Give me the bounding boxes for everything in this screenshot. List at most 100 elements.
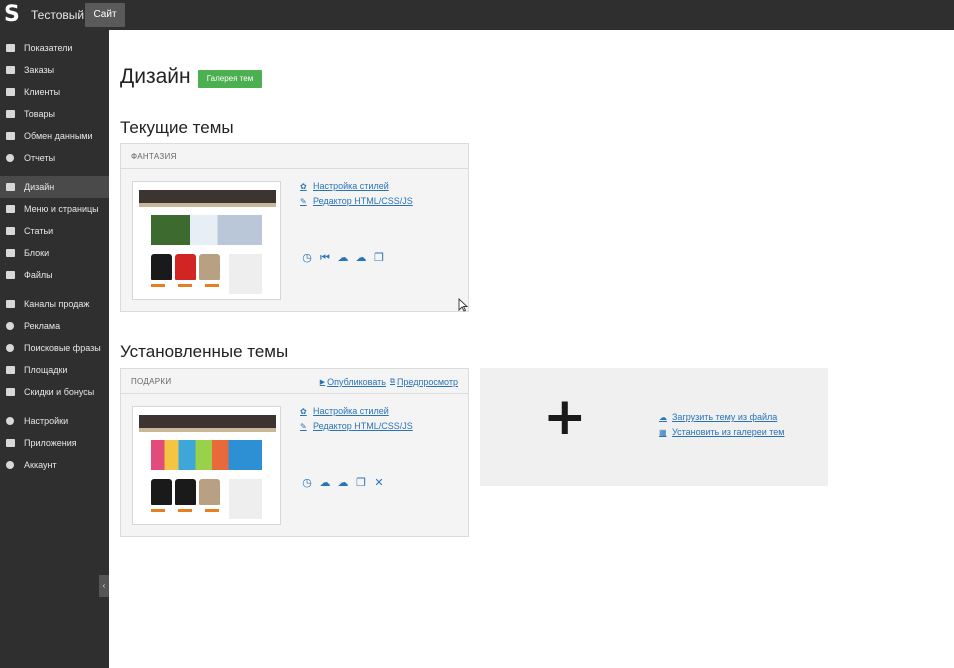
page-title: Дизайн — [120, 65, 191, 88]
installed-theme-panel: ПОДАРКИ ▶ Опубликовать ⧉ Предпросмотр ✿ Нас… — [120, 368, 469, 537]
sidebar-item-exchange[interactable]: Обмен данными — [0, 125, 109, 147]
sidebar-collapse-toggle[interactable]: ‹ — [99, 575, 109, 597]
app-title[interactable]: Тестовый — [31, 8, 84, 22]
sidebar-item-label: Настройки — [24, 416, 69, 426]
sidebar-item-design[interactable]: Дизайн — [0, 176, 109, 198]
sidebar-item-label: Заказы — [24, 65, 55, 75]
add-theme-links: ☁ Загрузить тему из файла ▦ Установить из … — [659, 410, 785, 440]
picture-icon — [5, 182, 15, 192]
plus-icon[interactable]: + — [543, 391, 587, 443]
style-settings-link[interactable]: ✿ Настройка стилей — [300, 404, 413, 419]
gear-icon: ✿ — [300, 407, 307, 416]
sidebar-item-discounts[interactable]: Скидки и бонусы — [0, 381, 109, 403]
delete-icon[interactable]: ✕ — [372, 477, 386, 489]
gift-icon — [5, 387, 15, 397]
link-icon — [5, 438, 15, 448]
logo-s-icon[interactable]: S — [4, 4, 21, 26]
style-settings-link[interactable]: ✿ Настройка стилей — [300, 179, 413, 194]
sidebar-item-label: Площадки — [24, 365, 68, 375]
cloud-upload-icon: ☁ — [659, 413, 667, 422]
sidebar-item-apps[interactable]: Приложения — [0, 432, 109, 454]
sidebar-item-ads[interactable]: Реклама — [0, 315, 109, 337]
copy-icon — [5, 226, 15, 236]
sidebar-item-sales-channels[interactable]: Каналы продаж — [0, 293, 109, 315]
grid-icon: ▦ — [659, 428, 667, 437]
funnel-icon — [5, 299, 15, 309]
pie-chart-icon — [5, 153, 15, 163]
cart-icon — [5, 65, 15, 75]
external-link-icon: ⧉ — [389, 378, 395, 385]
sidebar-item-label: Отчеты — [24, 153, 56, 163]
blocks-icon — [5, 248, 15, 258]
theme-preview-thumbnail[interactable] — [132, 406, 281, 525]
sidebar-item-label: Файлы — [24, 270, 53, 280]
exchange-icon — [5, 131, 15, 141]
folder-icon — [5, 270, 15, 280]
sidebar-item-label: Меню и страницы — [24, 204, 99, 214]
copy-icon[interactable]: ❐ — [354, 477, 368, 489]
sidebar-item-label: Показатели — [24, 43, 73, 53]
search-icon — [5, 343, 15, 353]
html-editor-link[interactable]: ✎ Редактор HTML/CSS/JS — [300, 194, 413, 209]
sidebar-item-label: Дизайн — [24, 182, 55, 192]
cloud-download-icon[interactable]: ☁ — [336, 252, 350, 264]
site-button[interactable]: Сайт — [85, 3, 125, 27]
sidebar-item-menu-pages[interactable]: Меню и страницы — [0, 198, 109, 220]
copy-icon[interactable]: ❐ — [372, 252, 386, 264]
users-icon — [5, 87, 15, 97]
cloud-upload-icon[interactable]: ☁ — [354, 252, 368, 264]
sidebar-item-reports[interactable]: Отчеты — [0, 147, 109, 169]
pencil-icon: ✎ — [300, 422, 307, 431]
history-icon[interactable]: ◷ — [300, 252, 314, 264]
theme-links: ✿ Настройка стилей ✎ Редактор HTML/CSS/JS — [300, 179, 413, 209]
publish-link[interactable]: ▶ Опубликовать — [320, 377, 386, 387]
sidebar: Показатели Заказы Клиенты Товары Обмен д… — [0, 30, 109, 668]
sidebar-item-orders[interactable]: Заказы — [0, 59, 109, 81]
html-editor-link[interactable]: ✎ Редактор HTML/CSS/JS — [300, 419, 413, 434]
theme-actions: ◷ ☁ ☁ ❐ ✕ — [300, 477, 386, 489]
cloud-download-icon[interactable]: ☁ — [318, 477, 332, 489]
sidebar-item-platforms[interactable]: Площадки — [0, 359, 109, 381]
theme-links: ✿ Настройка стилей ✎ Редактор HTML/CSS/JS — [300, 404, 413, 434]
sidebar-item-search-phrases[interactable]: Поисковые фразы — [0, 337, 109, 359]
sidebar-item-label: Аккаунт — [24, 460, 57, 470]
theme-name: ПОДАРКИ — [131, 377, 172, 386]
target-icon — [5, 321, 15, 331]
mouse-cursor-icon — [458, 298, 468, 312]
book-icon — [5, 109, 15, 119]
lines-icon — [5, 365, 15, 375]
sidebar-item-label: Статьи — [24, 226, 54, 236]
rewind-icon[interactable]: ⏮ — [318, 252, 332, 264]
theme-preview-thumbnail[interactable] — [132, 181, 281, 300]
sidebar-item-settings[interactable]: Настройки — [0, 410, 109, 432]
gear-icon: ✿ — [300, 182, 307, 191]
sidebar-item-label: Приложения — [24, 438, 77, 448]
current-theme-panel: ФАНТАЗИЯ ✿ Настройка стилей ✎ Редактор HTM… — [120, 143, 469, 312]
sidebar-item-articles[interactable]: Статьи — [0, 220, 109, 242]
sidebar-item-label: Поисковые фразы — [24, 343, 101, 353]
sidebar-item-label: Скидки и бонусы — [24, 387, 95, 397]
sidebar-item-files[interactable]: Файлы — [0, 264, 109, 286]
sidebar-item-blocks[interactable]: Блоки — [0, 242, 109, 264]
gear-icon — [5, 416, 15, 426]
sidebar-item-label: Товары — [24, 109, 55, 119]
upload-theme-link[interactable]: ☁ Загрузить тему из файла — [659, 410, 785, 425]
preview-link[interactable]: ⧉ Предпросмотр — [390, 377, 458, 387]
theme-head-links: ▶ Опубликовать ⧉ Предпросмотр — [320, 377, 458, 387]
sidebar-item-label: Блоки — [24, 248, 50, 258]
theme-gallery-button[interactable]: Галерея тем — [198, 70, 262, 88]
top-bar: S Тестовый Сайт — [0, 0, 954, 30]
sidebar-item-account[interactable]: Аккаунт — [0, 454, 109, 476]
sidebar-item-label: Каналы продаж — [24, 299, 90, 309]
panel-header: ПОДАРКИ ▶ Опубликовать ⧉ Предпросмотр — [121, 369, 468, 394]
installed-themes-heading: Установленные темы — [120, 342, 289, 361]
current-themes-heading: Текущие темы — [120, 118, 234, 137]
sidebar-item-clients[interactable]: Клиенты — [0, 81, 109, 103]
cloud-upload-icon[interactable]: ☁ — [336, 477, 350, 489]
sidebar-item-products[interactable]: Товары — [0, 103, 109, 125]
history-icon[interactable]: ◷ — [300, 477, 314, 489]
install-from-gallery-link[interactable]: ▦ Установить из галереи тем — [659, 425, 785, 440]
sidebar-item-stats[interactable]: Показатели — [0, 37, 109, 59]
sidebar-item-label: Реклама — [24, 321, 61, 331]
theme-name: ФАНТАЗИЯ — [131, 152, 177, 161]
